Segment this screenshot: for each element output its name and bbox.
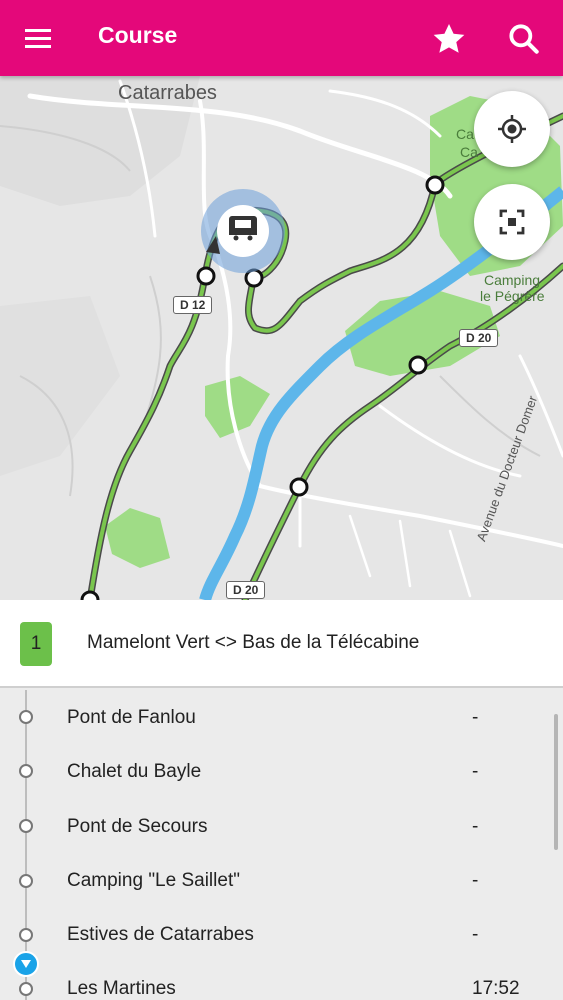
page-title: Course	[98, 22, 178, 48]
stop-time: -	[472, 707, 479, 728]
stop-time: -	[472, 816, 479, 837]
list-item[interactable]: Pont de Fanlou -	[0, 690, 563, 744]
road-badge-d20-lower: D 20	[226, 581, 266, 599]
stop-time: 17:52	[472, 978, 520, 999]
list-item[interactable]: Camping "Le Saillet" -	[0, 853, 563, 907]
stop-name: Estives de Catarrabes	[67, 924, 254, 945]
map-label-camping-partial-2: Ca	[460, 144, 478, 160]
menu-button[interactable]	[18, 20, 58, 56]
route-number-badge: 1	[20, 622, 52, 666]
app-bar: Course	[0, 0, 563, 76]
star-icon	[433, 23, 465, 53]
map-view[interactable]: Catarrabes Ca Ca Camping le Pégrère Aven…	[0, 76, 563, 600]
road-badge-d12: D 12	[173, 296, 213, 314]
stop-dot	[19, 874, 33, 888]
map-label-village: Catarrabes	[118, 82, 217, 104]
stop-dot	[19, 710, 33, 724]
stop-name: Camping "Le Saillet"	[67, 870, 240, 891]
map-label-camping-name-2: le Pégrère	[480, 288, 545, 304]
stop-name: Pont de Fanlou	[67, 707, 196, 728]
locate-button[interactable]	[474, 91, 550, 167]
scrollbar[interactable]	[554, 714, 558, 850]
stop-dot	[19, 928, 33, 942]
list-item[interactable]: Chalet du Bayle -	[0, 744, 563, 798]
favorite-button[interactable]	[430, 20, 468, 58]
map-label-camping-name-1: Camping	[484, 272, 541, 288]
list-item[interactable]: Pont de Secours -	[0, 798, 563, 852]
chevron-down-icon	[21, 960, 31, 968]
current-position-icon	[13, 951, 39, 977]
route-name: Mamelont Vert <> Bas de la Télécabine	[87, 632, 420, 653]
search-button[interactable]	[505, 20, 543, 58]
stop-dot	[19, 982, 33, 996]
stop-name: Pont de Secours	[67, 816, 208, 837]
stop-dot	[19, 764, 33, 778]
stop-time: -	[472, 761, 479, 782]
stop-dot	[19, 819, 33, 833]
stop-name: Les Martines	[67, 978, 176, 999]
stop-name: Chalet du Bayle	[67, 761, 202, 782]
fit-route-icon	[499, 209, 525, 235]
list-item[interactable]: Les Martines 17:52	[0, 961, 563, 1000]
menu-icon	[25, 29, 51, 48]
locate-icon	[498, 115, 526, 143]
search-icon	[509, 24, 539, 54]
stop-time: -	[472, 924, 479, 945]
stop-time: -	[472, 870, 479, 891]
list-item[interactable]: Estives de Catarrabes -	[0, 907, 563, 961]
fit-route-button[interactable]	[474, 184, 550, 260]
map-label-camping-partial: Ca	[456, 126, 474, 142]
road-badge-d20-upper: D 20	[459, 329, 499, 347]
stops-list[interactable]: Pont de Fanlou - Chalet du Bayle - Pont …	[0, 690, 563, 1000]
